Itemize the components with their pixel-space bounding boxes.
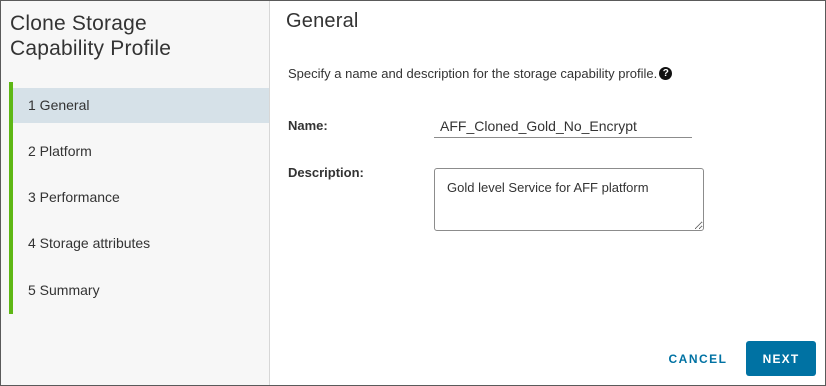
description-textarea[interactable]: Gold level Service for AFF platform xyxy=(434,168,704,231)
cancel-button[interactable]: CANCEL xyxy=(665,342,731,376)
step-storage-attributes[interactable]: 4 Storage attributes xyxy=(13,226,269,261)
wizard-sidebar: Clone Storage Capability Profile 1 Gener… xyxy=(1,1,270,385)
intro-label: Specify a name and description for the s… xyxy=(288,66,658,81)
wizard-content: General Specify a name and description f… xyxy=(270,1,825,385)
step-performance[interactable]: 3 Performance xyxy=(13,180,269,215)
step-summary[interactable]: 5 Summary xyxy=(13,273,269,308)
name-input[interactable] xyxy=(434,114,692,138)
wizard-title: Clone Storage Capability Profile xyxy=(10,11,171,61)
step-platform[interactable]: 2 Platform xyxy=(13,134,269,169)
wizard-title-line1: Clone Storage xyxy=(10,12,147,35)
intro-text: Specify a name and description for the s… xyxy=(288,66,673,81)
wizard-steps: 1 General 2 Platform 3 Performance 4 Sto… xyxy=(9,82,273,314)
next-button[interactable]: NEXT xyxy=(746,341,816,376)
question-circle-icon[interactable]: ? xyxy=(659,67,673,80)
wizard-dialog: Clone Storage Capability Profile 1 Gener… xyxy=(0,0,826,386)
page-title: General xyxy=(286,10,359,32)
step-general[interactable]: 1 General xyxy=(13,88,269,123)
name-label: Name: xyxy=(288,118,328,133)
description-label: Description: xyxy=(288,165,364,180)
wizard-title-line2: Capability Profile xyxy=(10,37,172,60)
